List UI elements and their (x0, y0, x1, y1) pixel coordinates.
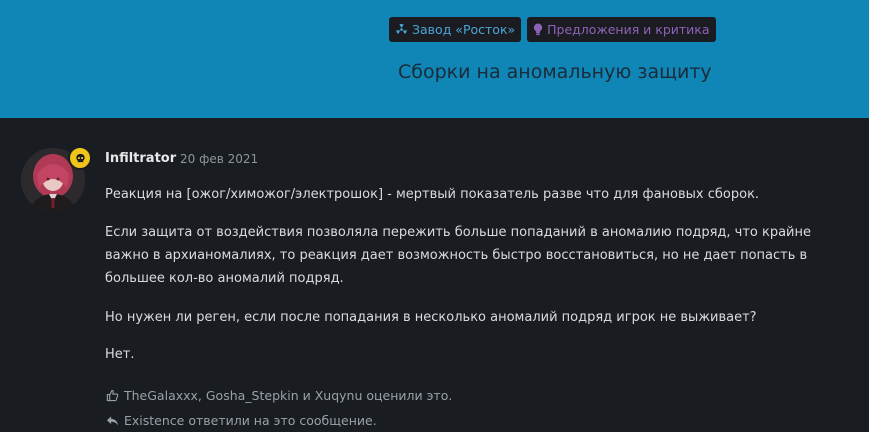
replies-summary[interactable]: Existence ответили на это сообщение. (106, 413, 377, 428)
skull-icon (68, 146, 92, 170)
thread-tags: Завод «Росток» Предложения и критика (389, 17, 716, 42)
post-paragraph: Нет. (105, 347, 135, 362)
likes-text: TheGalaxxx, Gosha_Stepkin и Xuqynu оцени… (124, 388, 453, 403)
tag-label: Завод «Росток» (412, 22, 516, 37)
likes-summary[interactable]: TheGalaxxx, Gosha_Stepkin и Xuqynu оцени… (106, 388, 452, 403)
post-paragraph: Если защита от воздействия позволяла пер… (105, 225, 812, 286)
lightbulb-icon (533, 23, 543, 36)
author-avatar-wrap[interactable] (21, 146, 92, 212)
page-title: Сборки на аномальную защиту (398, 61, 712, 83)
tag-label: Предложения и критика (547, 22, 710, 37)
thumbs-up-icon (106, 389, 119, 402)
post-paragraph: Но нужен ли реген, если после попадания … (105, 310, 757, 325)
tag-zavod-rostok[interactable]: Завод «Росток» (389, 17, 522, 42)
replies-text: Existence ответили на это сообщение. (124, 413, 377, 428)
post-author[interactable]: Infiltrator (105, 151, 176, 166)
reply-icon (106, 415, 119, 427)
post-paragraph: Реакция на [ожог/химожог/электрошок] - м… (105, 187, 760, 202)
tag-suggestions[interactable]: Предложения и критика (527, 17, 716, 42)
post-date[interactable]: 20 фев 2021 (180, 152, 258, 166)
radiation-icon (395, 23, 408, 36)
